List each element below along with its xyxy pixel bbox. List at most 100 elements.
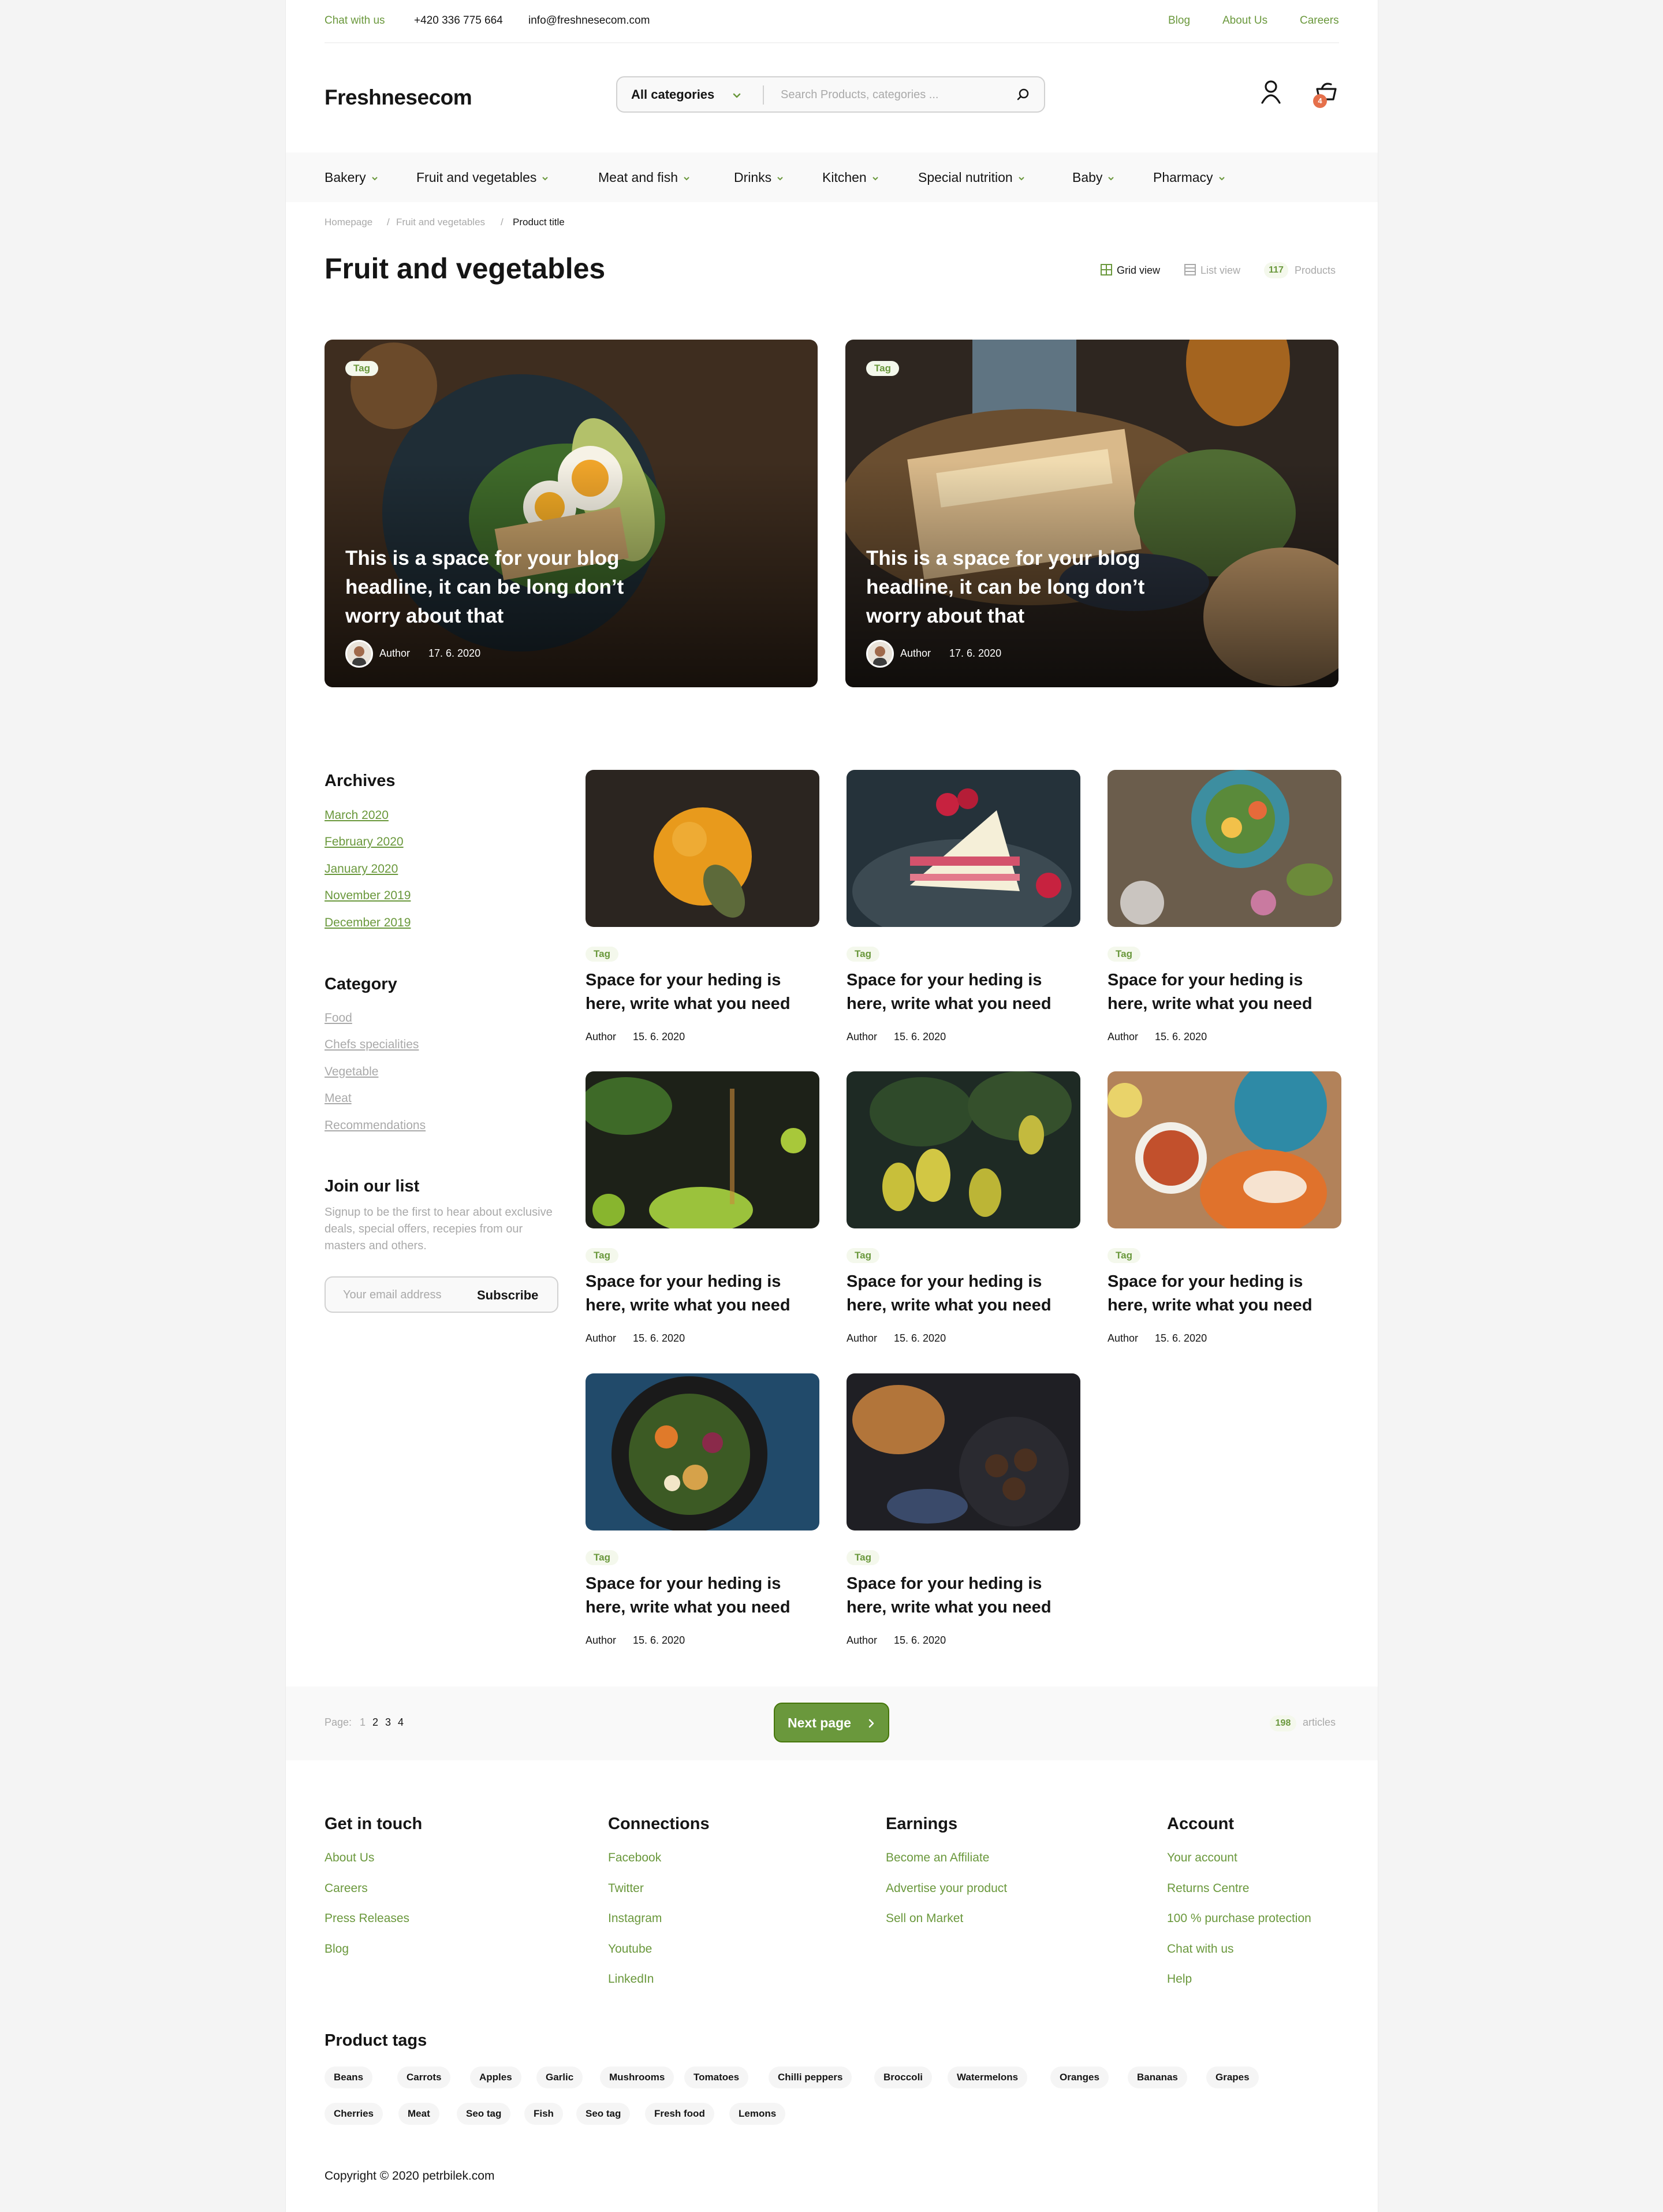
nav-item-fruit-and-vegetables[interactable]: Fruit and vegetables [416,170,549,185]
post-card[interactable]: Tag Space for your heding is here, write… [586,770,819,1070]
post-author[interactable]: Author [379,647,410,660]
post-title[interactable]: Space for your heding is here, write wha… [847,969,1080,1016]
product-tag-chip[interactable]: Chilli peppers [769,2066,852,2088]
breadcrumb-category[interactable]: Fruit and vegetables [396,217,485,228]
email-input[interactable]: Your email address [343,1289,441,1302]
product-tag-chip[interactable]: Cherries [325,2103,383,2125]
footer-link[interactable]: Sell on Market [886,1912,963,1926]
product-tag-chip[interactable]: Fish [524,2103,563,2125]
footer-link[interactable]: Press Releases [325,1912,409,1926]
product-tag-chip[interactable]: Broccoli [874,2066,933,2088]
post-card[interactable]: Tag Space for your heding is here, write… [1108,770,1341,1070]
post-title[interactable]: Space for your heding is here, write wha… [847,1572,1080,1619]
page-number[interactable]: 4 [398,1716,404,1729]
footer-link[interactable]: Blog [325,1942,349,1956]
product-tag-chip[interactable]: Mushrooms [600,2066,674,2088]
post-tag[interactable]: Tag [847,1550,879,1565]
footer-link[interactable]: Instagram [608,1912,662,1926]
product-tag-chip[interactable]: Watermelons [948,2066,1028,2088]
product-tag-chip[interactable]: Lemons [729,2103,786,2125]
footer-link[interactable]: LinkedIn [608,1972,654,1986]
post-headline[interactable]: This is a space for your blog headline, … [866,544,1190,631]
post-tag[interactable]: Tag [1108,1248,1140,1263]
search-input[interactable]: Search Products, categories ... [781,88,938,102]
footer-link[interactable]: Facebook [608,1851,661,1865]
page-number[interactable]: 2 [372,1716,378,1729]
breadcrumb-homepage[interactable]: Homepage [325,217,372,228]
category-link[interactable]: Chefs specialities [325,1038,419,1052]
post-tag[interactable]: Tag [586,947,618,962]
footer-link[interactable]: Careers [325,1882,368,1896]
list-view-icon[interactable] [1184,263,1196,276]
archive-link[interactable]: January 2020 [325,862,398,876]
nav-item-bakery[interactable]: Bakery [325,170,379,185]
footer-link[interactable]: Your account [1167,1851,1237,1865]
nav-item-special-nutrition[interactable]: Special nutrition [918,170,1026,185]
post-author[interactable]: Author [847,1634,877,1647]
archive-link[interactable]: December 2019 [325,916,411,930]
post-card[interactable]: Tag Space for your heding is here, write… [586,1373,819,1674]
list-view-toggle[interactable]: List view [1200,265,1240,277]
footer-link[interactable]: Youtube [608,1942,652,1956]
nav-item-kitchen[interactable]: Kitchen [822,170,879,185]
archive-link[interactable]: November 2019 [325,889,411,903]
category-link[interactable]: Recommendations [325,1119,426,1133]
top-link-blog[interactable]: Blog [1168,14,1190,27]
footer-link[interactable]: Twitter [608,1882,644,1896]
product-tag-chip[interactable]: Seo tag [457,2103,511,2125]
page-number[interactable]: 1 [360,1716,366,1729]
post-tag[interactable]: Tag [866,361,899,376]
footer-link[interactable]: Become an Affiliate [886,1851,989,1865]
nav-item-baby[interactable]: Baby [1072,170,1115,185]
post-card[interactable]: Tag Space for your heding is here, write… [847,770,1080,1070]
top-link-about-us[interactable]: About Us [1222,14,1267,27]
product-tag-chip[interactable]: Seo tag [576,2103,631,2125]
footer-link[interactable]: Help [1167,1972,1192,1986]
page-number[interactable]: 3 [385,1716,391,1729]
product-tag-chip[interactable]: Fresh food [645,2103,714,2125]
category-select[interactable]: All categories [631,87,714,102]
hero-post-card[interactable]: Tag This is a space for your blog headli… [845,340,1338,687]
post-tag[interactable]: Tag [847,947,879,962]
post-title[interactable]: Space for your heding is here, write wha… [847,1270,1080,1317]
next-page-button[interactable]: Next page [774,1703,889,1742]
post-headline[interactable]: This is a space for your blog headline, … [345,544,669,631]
post-author[interactable]: Author [1108,1332,1138,1345]
product-tag-chip[interactable]: Carrots [397,2066,451,2088]
post-tag[interactable]: Tag [586,1248,618,1263]
post-author[interactable]: Author [900,647,931,660]
product-tag-chip[interactable]: Bananas [1128,2066,1187,2088]
footer-link[interactable]: 100 % purchase protection [1167,1912,1311,1926]
post-title[interactable]: Space for your heding is here, write wha… [586,1270,819,1317]
search-icon[interactable] [1015,87,1031,103]
post-author[interactable]: Author [586,1332,616,1345]
post-title[interactable]: Space for your heding is here, write wha… [586,1572,819,1619]
chevron-down-icon[interactable] [727,85,747,105]
category-link[interactable]: Vegetable [325,1065,378,1079]
chat-with-us-link[interactable]: Chat with us [325,14,385,27]
product-tag-chip[interactable]: Apples [470,2066,521,2088]
archive-link[interactable]: February 2020 [325,835,404,849]
post-author[interactable]: Author [586,1031,616,1043]
post-card[interactable]: Tag Space for your heding is here, write… [847,1373,1080,1674]
product-tag-chip[interactable]: Tomatoes [684,2066,749,2088]
nav-item-meat-and-fish[interactable]: Meat and fish [598,170,691,185]
nav-item-pharmacy[interactable]: Pharmacy [1153,170,1226,185]
footer-link[interactable]: Advertise your product [886,1882,1007,1896]
post-tag[interactable]: Tag [847,1248,879,1263]
archive-link[interactable]: March 2020 [325,809,389,822]
nav-item-drinks[interactable]: Drinks [734,170,784,185]
post-title[interactable]: Space for your heding is here, write wha… [586,969,819,1016]
user-icon[interactable] [1259,80,1282,105]
product-tag-chip[interactable]: Grapes [1206,2066,1259,2088]
post-title[interactable]: Space for your heding is here, write wha… [1108,1270,1341,1317]
hero-post-card[interactable]: Tag This is a space for your blog headli… [325,340,818,687]
post-author[interactable]: Author [586,1634,616,1647]
logo[interactable]: Freshnesecom [325,85,472,110]
category-link[interactable]: Meat [325,1092,352,1105]
post-title[interactable]: Space for your heding is here, write wha… [1108,969,1341,1016]
post-tag[interactable]: Tag [345,361,378,376]
post-author[interactable]: Author [847,1031,877,1043]
product-tag-chip[interactable]: Garlic [536,2066,583,2088]
post-author[interactable]: Author [1108,1031,1138,1043]
